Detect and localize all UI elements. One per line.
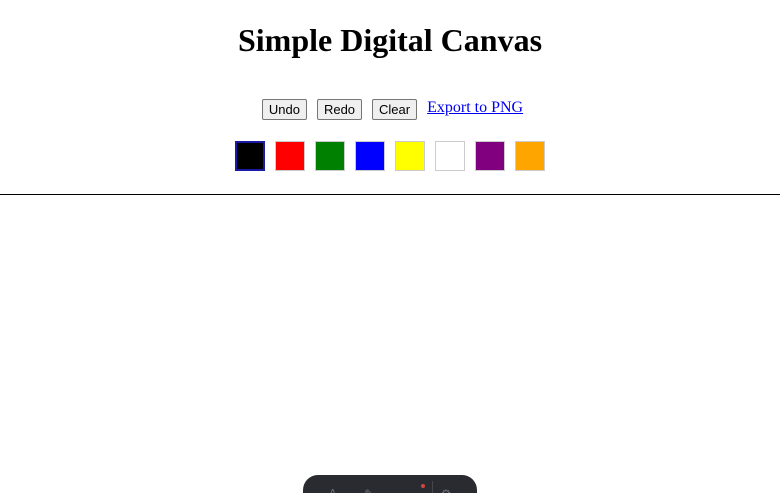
page: Simple Digital Canvas Undo Redo Clear Ex… — [0, 0, 780, 493]
dock-divider — [432, 481, 433, 493]
color-swatch-red[interactable] — [275, 141, 305, 171]
color-palette — [0, 141, 780, 171]
color-swatch-purple[interactable] — [475, 141, 505, 171]
toolbar: Undo Redo Clear Export to PNG — [0, 99, 780, 120]
text-icon[interactable]: A — [329, 487, 337, 493]
color-swatch-blue[interactable] — [355, 141, 385, 171]
page-title: Simple Digital Canvas — [237, 22, 543, 58]
drawing-canvas[interactable] — [0, 194, 780, 493]
brush-icon[interactable]: ✎ — [364, 487, 374, 493]
clear-button[interactable]: Clear — [372, 99, 418, 120]
floating-dock: A ✎ — ⚙ — [303, 475, 477, 493]
color-swatch-yellow[interactable] — [395, 141, 425, 171]
color-swatch-orange[interactable] — [515, 141, 545, 171]
notification-dot — [421, 484, 425, 488]
color-swatch-white[interactable] — [435, 141, 465, 171]
color-swatch-black[interactable] — [235, 141, 265, 171]
export-png-link[interactable]: Export to PNG — [427, 99, 523, 117]
color-swatch-green[interactable] — [315, 141, 345, 171]
redo-button[interactable]: Redo — [316, 99, 363, 120]
undo-button[interactable]: Undo — [261, 99, 307, 120]
settings-icon[interactable]: ⚙ — [441, 487, 452, 493]
line-icon[interactable]: — — [401, 487, 413, 493]
